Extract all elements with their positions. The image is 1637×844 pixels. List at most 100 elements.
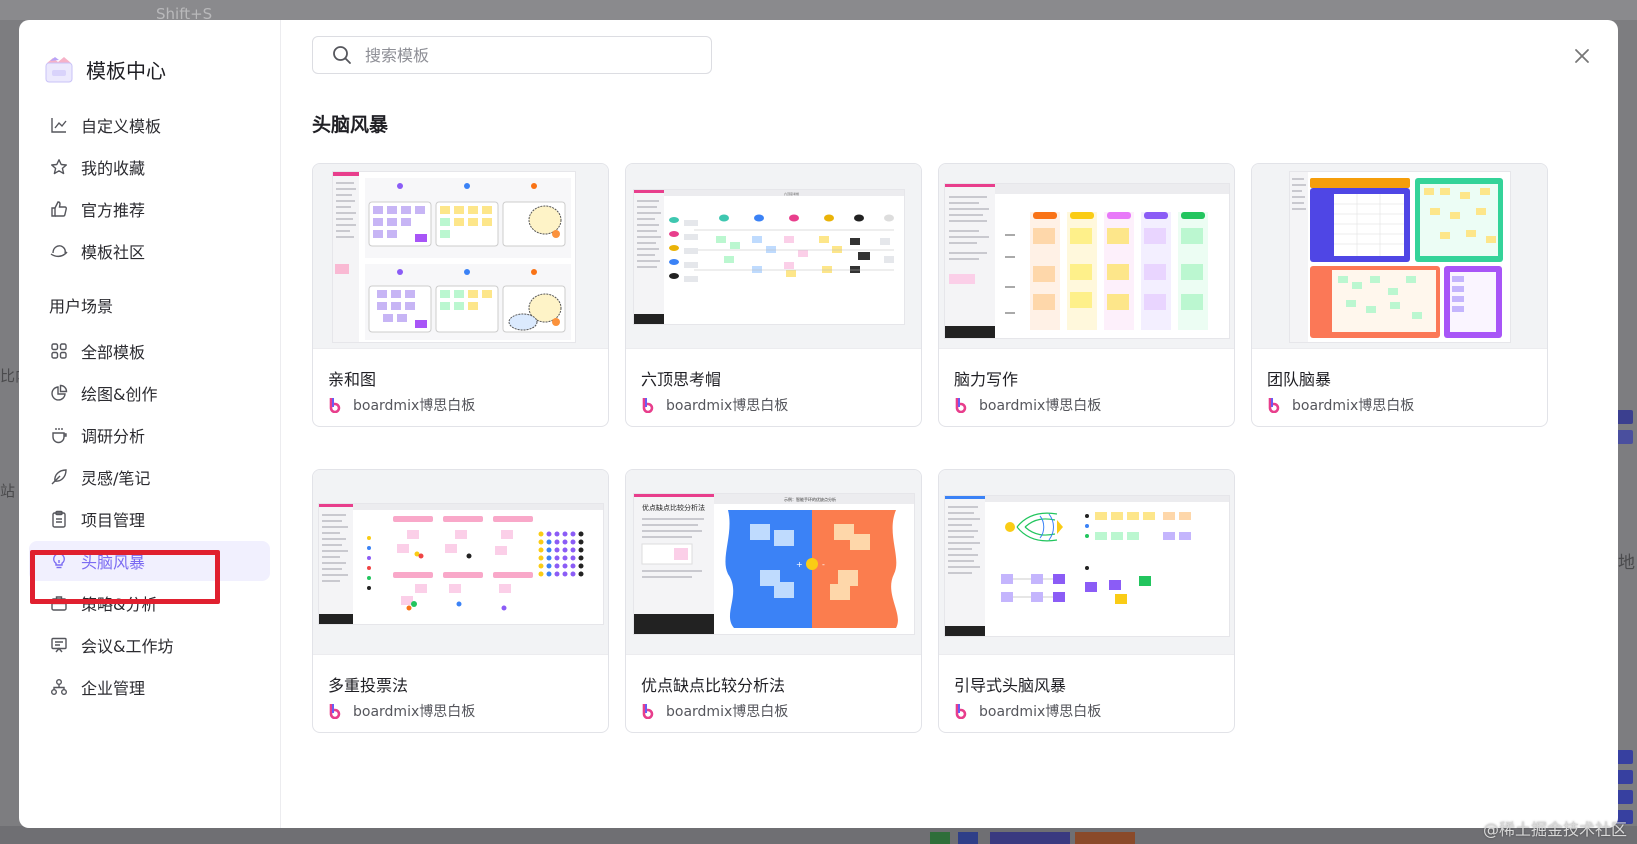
section-title-user-scenarios: 用户场景: [49, 297, 114, 316]
template-card[interactable]: 多重投票法 boardmix博思白板: [312, 469, 609, 733]
template-card-author: boardmix博思白板: [954, 395, 1101, 415]
background-canvas-strip: [0, 826, 1637, 844]
sidebar-item-label: 官方推荐: [81, 201, 146, 220]
template-card-author: boardmix博思白板: [641, 395, 788, 415]
sidebar-item-label: 调研分析: [81, 427, 146, 446]
template-thumbnail: [1252, 164, 1547, 349]
sidebar-item-label: 企业管理: [81, 679, 146, 698]
template-card-title: 引导式头脑风暴: [954, 676, 1067, 695]
community-icon: [49, 241, 69, 261]
author-name: boardmix博思白板: [666, 398, 789, 414]
template-card[interactable]: 优点缺点比较分析法 示例：智能手环的优缺点分析 + - 优点缺点比较分析法 bo…: [625, 469, 922, 733]
chart-edit-icon: [49, 115, 69, 135]
thumb-banner: 示例：智能手环的优缺点分析: [784, 496, 836, 502]
thumb-heading: 优点缺点比较分析法: [642, 503, 705, 512]
pie-chart-icon: [49, 383, 69, 403]
search-input[interactable]: [365, 45, 665, 65]
sidebar-item-label: 模板社区: [81, 243, 146, 262]
close-button[interactable]: [1572, 46, 1592, 66]
sidebar-item-label: 灵感/笔记: [81, 469, 151, 488]
grid-icon: [49, 341, 69, 361]
template-card-title: 亲和图: [328, 370, 377, 389]
boardmix-logo-icon: [328, 397, 344, 414]
sidebar-item-brainstorm[interactable]: 头脑风暴: [29, 541, 270, 581]
background-toolbar: [0, 0, 1637, 20]
sidebar-item-label: 会议&工作坊: [81, 637, 174, 656]
search-icon: [331, 44, 353, 66]
template-card-title: 优点缺点比较分析法: [641, 676, 786, 695]
sidebar-item-enterprise[interactable]: 企业管理: [29, 667, 270, 707]
background-fragment: 站: [0, 482, 16, 500]
template-card-title: 六顶思考帽: [641, 370, 722, 389]
sidebar-item-favorites[interactable]: 我的收藏: [29, 147, 270, 187]
template-card-title: 脑力写作: [954, 370, 1019, 389]
watermark: @稀土掘金技术社区: [1482, 820, 1627, 839]
template-card-title: 团队脑暴: [1267, 370, 1332, 389]
close-icon: [1575, 49, 1589, 63]
svg-text:-: -: [822, 560, 825, 569]
author-name: boardmix博思白板: [666, 704, 789, 720]
author-name: boardmix博思白板: [353, 704, 476, 720]
brand-title: 模板中心: [86, 58, 166, 83]
feather-icon: [49, 467, 69, 487]
org-chart-icon: [49, 677, 69, 697]
boardmix-logo-icon: [1267, 397, 1283, 414]
star-icon: [49, 157, 69, 177]
sidebar-item-all-templates[interactable]: 全部模板: [29, 331, 270, 371]
sidebar: 模板中心 自定义模板 我的收藏 官方推荐 模板社区 用户场景 全部模板 绘图&创…: [19, 20, 281, 828]
presentation-icon: [49, 635, 69, 655]
template-thumbnail: 六顶思考帽: [626, 164, 921, 349]
template-card[interactable]: 团队脑暴 boardmix博思白板: [1251, 163, 1548, 427]
sidebar-item-meetings[interactable]: 会议&工作坊: [29, 625, 270, 665]
template-card-title: 多重投票法: [328, 676, 409, 695]
author-name: boardmix博思白板: [979, 704, 1102, 720]
sidebar-item-label: 头脑风暴: [81, 553, 146, 572]
sidebar-item-label: 策略&分析: [81, 595, 158, 614]
template-card[interactable]: 亲和图 boardmix博思白板: [312, 163, 609, 427]
template-card-author: boardmix博思白板: [328, 395, 475, 415]
svg-text:+: +: [796, 560, 803, 569]
lightbulb-icon: [49, 551, 69, 571]
thumb-label: 六顶思考帽: [784, 191, 799, 196]
main-content: 头脑风暴: [281, 20, 1618, 828]
sidebar-item-custom-templates[interactable]: 自定义模板: [29, 105, 270, 145]
template-thumbnail: [313, 470, 608, 655]
sidebar-item-inspiration[interactable]: 灵感/笔记: [29, 457, 270, 497]
template-card-author: boardmix博思白板: [954, 701, 1101, 721]
thumbs-up-icon: [49, 199, 69, 219]
template-card-author: boardmix博思白板: [1267, 395, 1414, 415]
template-center-logo-icon: [44, 54, 74, 84]
search-box[interactable]: [312, 36, 712, 74]
template-thumbnail: [939, 470, 1234, 655]
template-card[interactable]: 六顶思考帽 六顶思考帽 boardmix博思白板: [625, 163, 922, 427]
boardmix-logo-icon: [328, 703, 344, 720]
boardmix-logo-icon: [641, 703, 657, 720]
clipboard-icon: [49, 509, 69, 529]
boardmix-logo-icon: [954, 703, 970, 720]
sidebar-item-drawing[interactable]: 绘图&创作: [29, 373, 270, 413]
template-card-author: boardmix博思白板: [328, 701, 475, 721]
sidebar-item-label: 自定义模板: [81, 117, 162, 136]
sidebar-item-community[interactable]: 模板社区: [29, 231, 270, 271]
template-card[interactable]: 引导式头脑风暴 boardmix博思白板: [938, 469, 1235, 733]
boardmix-logo-icon: [954, 397, 970, 414]
template-card[interactable]: 脑力写作 boardmix博思白板: [938, 163, 1235, 427]
author-name: boardmix博思白板: [1292, 398, 1415, 414]
sidebar-item-label: 项目管理: [81, 511, 146, 530]
author-name: boardmix博思白板: [353, 398, 476, 414]
sidebar-item-strategy[interactable]: 策略&分析: [29, 583, 270, 623]
sidebar-item-label: 绘图&创作: [81, 385, 158, 404]
template-thumbnail: 优点缺点比较分析法 示例：智能手环的优缺点分析 + -: [626, 470, 921, 655]
section-heading: 头脑风暴: [312, 114, 389, 136]
author-name: boardmix博思白板: [979, 398, 1102, 414]
sidebar-item-project-management[interactable]: 项目管理: [29, 499, 270, 539]
boardmix-logo-icon: [641, 397, 657, 414]
sidebar-item-official[interactable]: 官方推荐: [29, 189, 270, 229]
template-thumbnail: [313, 164, 608, 349]
template-center-modal: 模板中心 自定义模板 我的收藏 官方推荐 模板社区 用户场景 全部模板 绘图&创…: [19, 20, 1618, 828]
template-thumbnail: [939, 164, 1234, 349]
template-card-author: boardmix博思白板: [641, 701, 788, 721]
briefcase-icon: [49, 593, 69, 613]
sidebar-item-research[interactable]: 调研分析: [29, 415, 270, 455]
sidebar-item-label: 我的收藏: [81, 159, 146, 178]
